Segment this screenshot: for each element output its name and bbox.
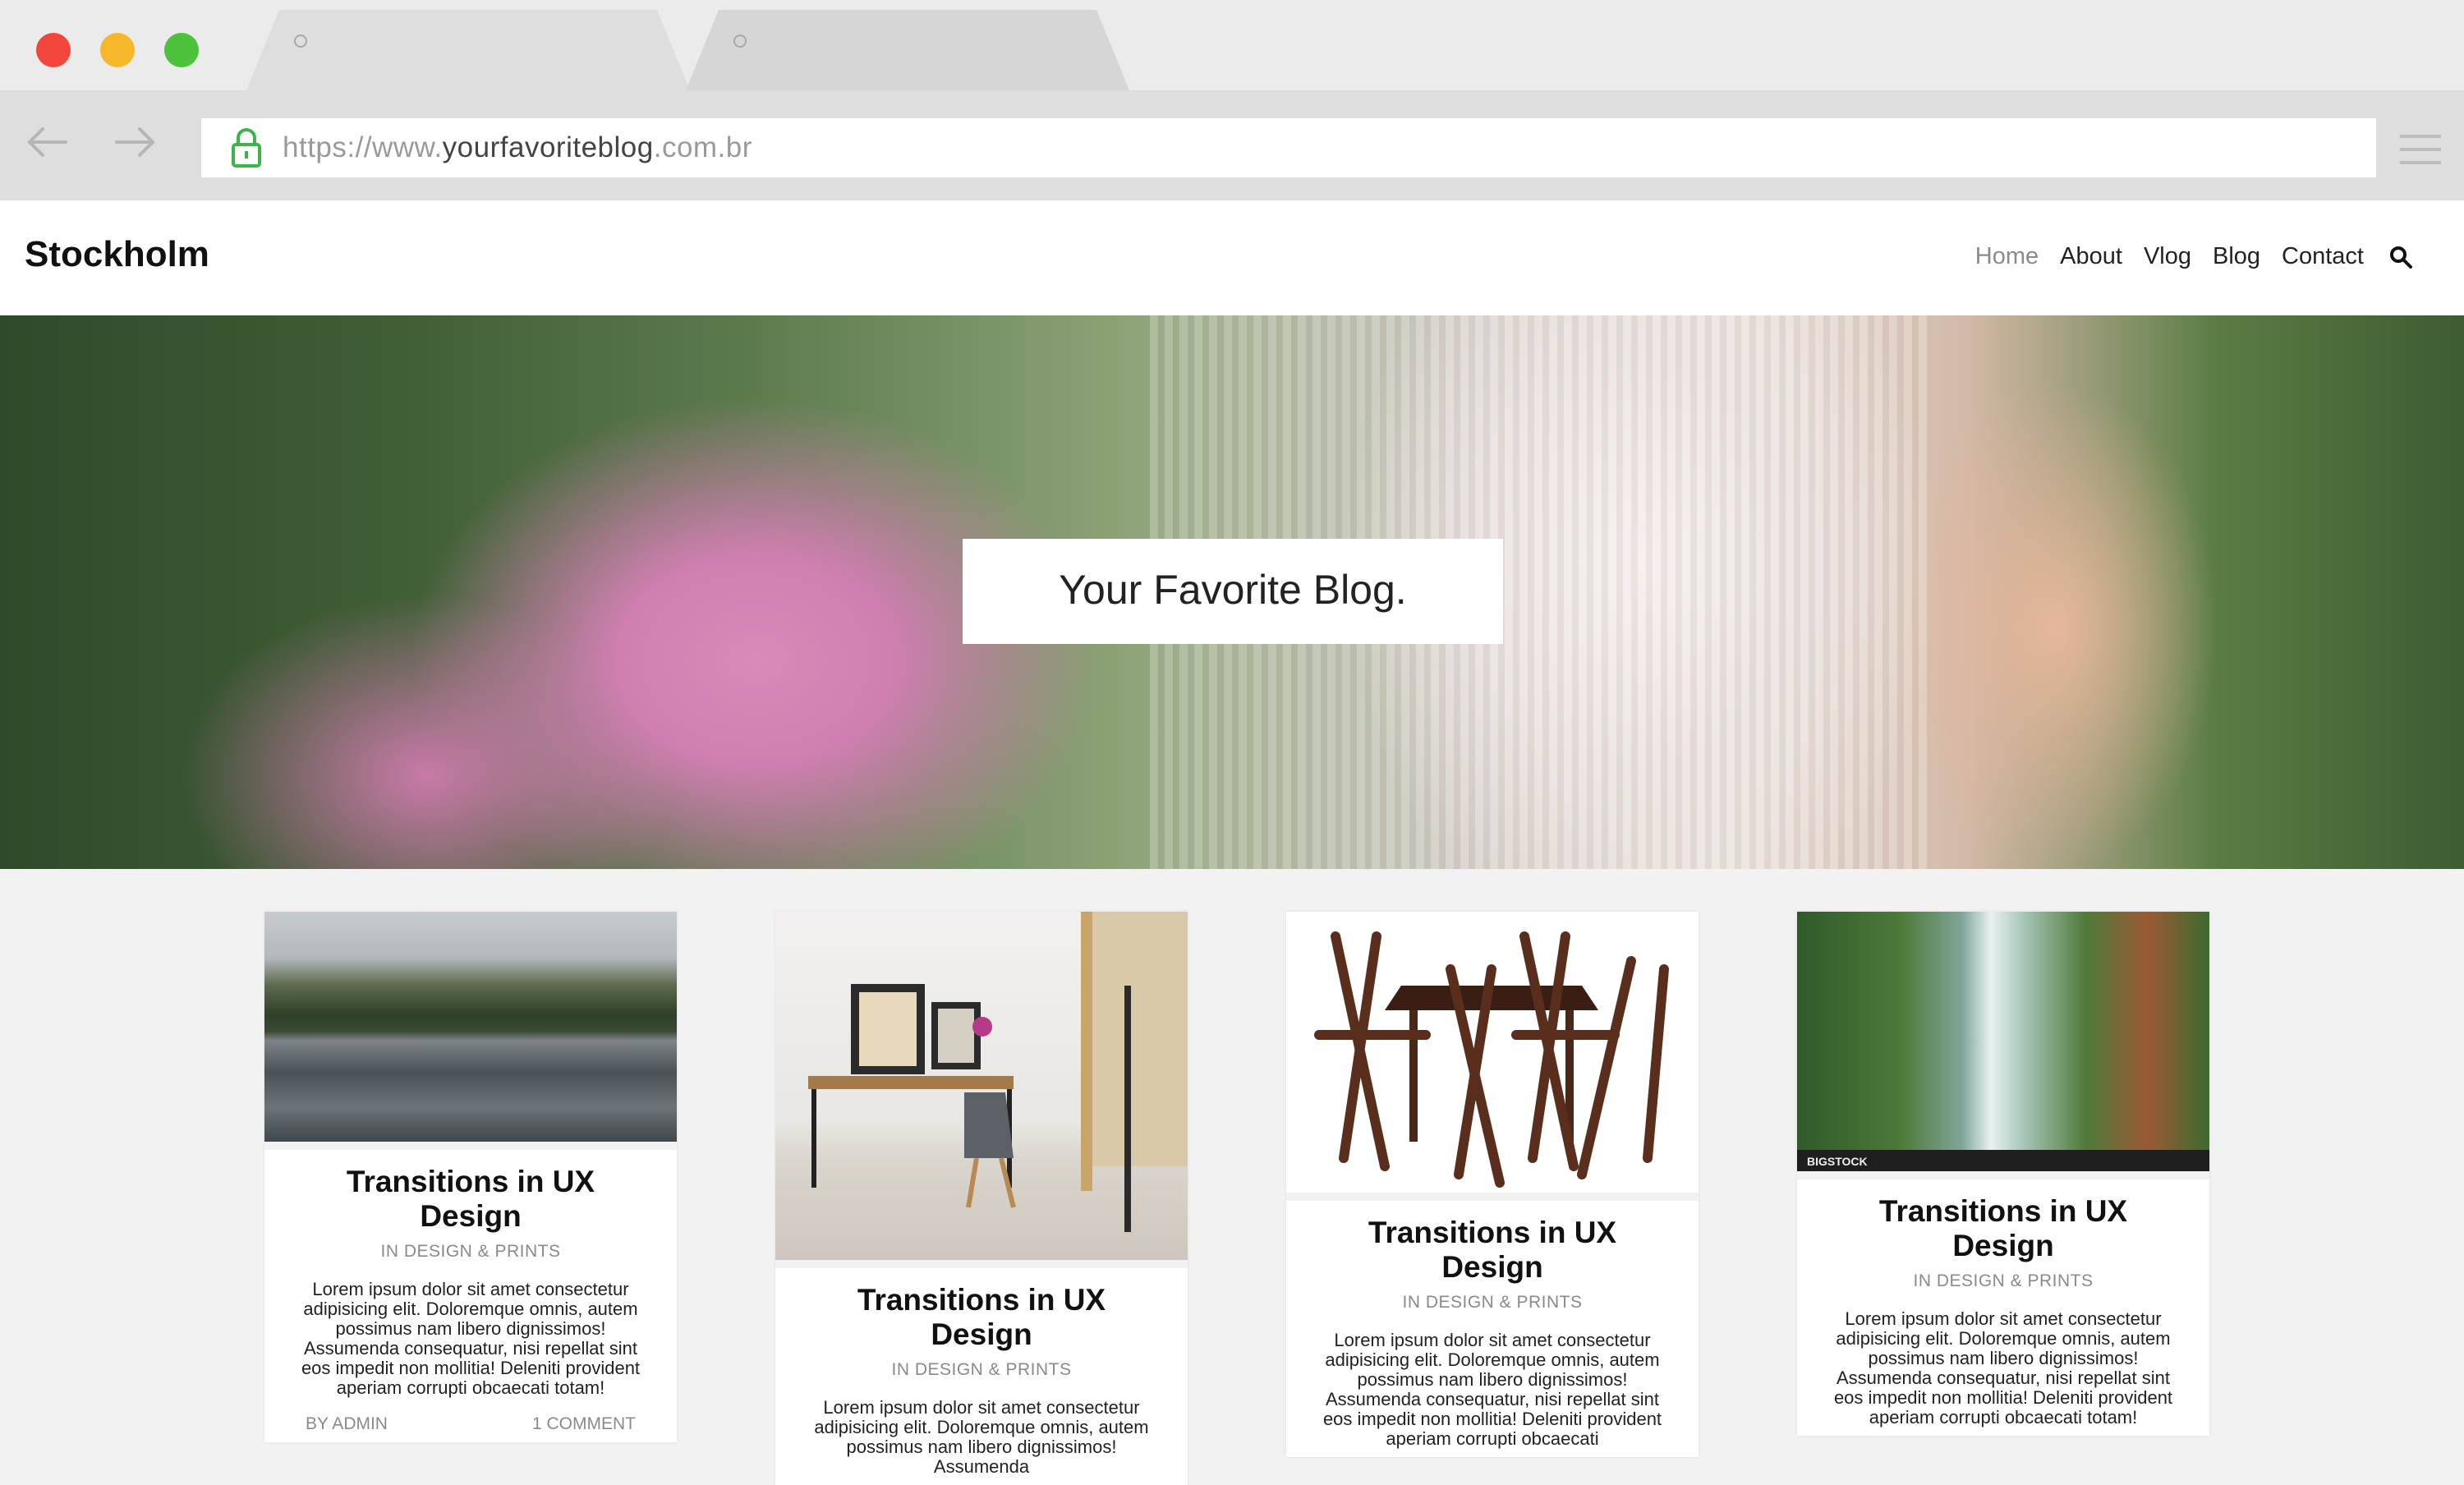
site-title[interactable]: Stockholm xyxy=(25,234,209,275)
post-category[interactable]: IN DESIGN & PRINTS xyxy=(1319,1293,1666,1313)
post-excerpt: Lorem ipsum dolor sit amet consectetur a… xyxy=(301,1279,641,1398)
post-excerpt: Lorem ipsum dolor sit amet consectetur a… xyxy=(1322,1330,1662,1449)
minimize-window-button[interactable] xyxy=(100,33,135,67)
post-card-body: Transitions in UX Design IN DESIGN & PRI… xyxy=(1286,1193,1699,1457)
post-title[interactable]: Transitions in UX Design xyxy=(1319,1216,1666,1285)
post-category[interactable]: IN DESIGN & PRINTS xyxy=(1830,1271,2177,1291)
post-card[interactable]: Transitions in UX Design IN DESIGN & PRI… xyxy=(775,912,1188,1485)
url-prefix: https://www. xyxy=(283,131,443,163)
close-window-button[interactable] xyxy=(36,33,71,67)
tab-favicon-icon xyxy=(294,34,307,48)
back-arrow-icon[interactable] xyxy=(23,122,72,163)
post-author[interactable]: BY ADMIN xyxy=(306,1414,388,1434)
post-meta: BY ADMIN 1 COMMENT xyxy=(297,1414,644,1434)
browser-tab[interactable] xyxy=(686,10,1146,90)
nav-contact[interactable]: Contact xyxy=(2282,243,2364,270)
furniture-illustration xyxy=(1314,931,1669,1188)
lock-icon xyxy=(232,128,261,168)
post-title[interactable]: Transitions in UX Design xyxy=(297,1165,644,1234)
url-domain: yourfavoriteblog xyxy=(442,131,654,163)
post-card-body: Transitions in UX Design IN DESIGN & PRI… xyxy=(1797,1171,2209,1436)
site-nav: Home About Vlog Blog Contact xyxy=(1954,243,2413,270)
image-watermark: BIGSTOCK xyxy=(1807,1155,1868,1168)
desk-illustration xyxy=(808,912,1188,1232)
post-image-waterfall[interactable]: BIGSTOCK xyxy=(1797,912,2209,1171)
browser-tab-active[interactable] xyxy=(246,10,706,90)
nav-home[interactable]: Home xyxy=(1975,243,2039,270)
post-image-lighthouse[interactable] xyxy=(264,912,677,1142)
nav-blog[interactable]: Blog xyxy=(2213,243,2260,270)
url-text[interactable]: https://www.yourfavoriteblog.com.br xyxy=(283,131,752,164)
hero-title: Your Favorite Blog. xyxy=(1059,567,1407,613)
post-card-body: Transitions in UX Design IN DESIGN & PRI… xyxy=(775,1260,1188,1485)
url-suffix: .com.br xyxy=(653,131,752,163)
maximize-window-button[interactable] xyxy=(164,33,199,67)
post-comments[interactable]: 1 COMMENT xyxy=(532,1414,636,1434)
post-title[interactable]: Transitions in UX Design xyxy=(808,1283,1155,1352)
post-card-body: Transitions in UX Design IN DESIGN & PRI… xyxy=(264,1142,677,1442)
post-title[interactable]: Transitions in UX Design xyxy=(1830,1194,2177,1263)
post-image-desk[interactable] xyxy=(775,912,1188,1260)
post-card[interactable]: Transitions in UX Design IN DESIGN & PRI… xyxy=(1286,912,1699,1457)
search-icon[interactable] xyxy=(2388,245,2413,269)
tab-favicon-icon xyxy=(733,34,747,48)
nav-vlog[interactable]: Vlog xyxy=(2144,243,2191,270)
post-image-furniture[interactable] xyxy=(1286,912,1699,1193)
post-card[interactable]: Transitions in UX Design IN DESIGN & PRI… xyxy=(264,912,677,1442)
post-excerpt: Lorem ipsum dolor sit amet consectetur a… xyxy=(814,1397,1149,1477)
post-excerpt: Lorem ipsum dolor sit amet consectetur a… xyxy=(1833,1308,2173,1428)
post-category[interactable]: IN DESIGN & PRINTS xyxy=(808,1360,1155,1380)
forward-arrow-icon[interactable] xyxy=(110,122,159,163)
browser-menu-icon[interactable] xyxy=(2400,135,2441,164)
nav-about[interactable]: About xyxy=(2060,243,2122,270)
post-card[interactable]: BIGSTOCK Transitions in UX Design IN DES… xyxy=(1797,912,2209,1436)
post-category[interactable]: IN DESIGN & PRINTS xyxy=(297,1242,644,1262)
